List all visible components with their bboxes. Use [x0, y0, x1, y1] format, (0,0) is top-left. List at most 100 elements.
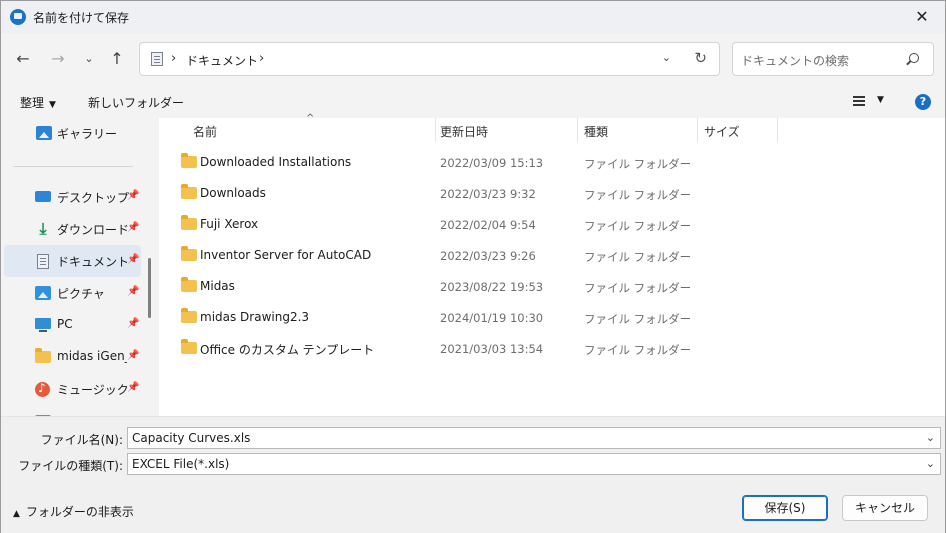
breadcrumb-chevron-icon[interactable]: ›: [259, 51, 264, 66]
item-type: ファイル フォルダー: [584, 219, 692, 233]
item-date: 2022/03/09 15:13: [440, 156, 544, 170]
chevron-down-icon[interactable]: ⌄: [926, 431, 935, 444]
save-form: ファイル名(N): Capacity Curves.xls ⌄ ファイルの種類(…: [1, 416, 945, 533]
cancel-button[interactable]: キャンセル: [842, 495, 928, 521]
breadcrumb-documents[interactable]: ドキュメント: [186, 52, 258, 69]
pictures-icon: [35, 286, 51, 300]
title-bar: 名前を付けて保存 ✕: [1, 1, 945, 33]
item-type: ファイル フォルダー: [584, 312, 692, 326]
item-name: Downloads: [200, 186, 266, 200]
list-item[interactable]: Downloaded Installations 2022/03/09 15:1…: [159, 147, 945, 178]
item-name: Inventor Server for AutoCAD: [200, 248, 372, 262]
folder-icon: [181, 184, 197, 199]
caret-down-icon: ▼: [49, 100, 56, 110]
documents-icon: [151, 52, 163, 66]
hide-folders-label: フォルダーの非表示: [25, 505, 134, 519]
forward-arrow-icon[interactable]: →: [46, 47, 70, 71]
item-date: 2023/08/22 19:53: [440, 280, 544, 294]
pin-icon: 📌: [127, 318, 140, 329]
up-arrow-icon[interactable]: ↑: [105, 47, 129, 71]
filename-label: ファイル名(N):: [40, 433, 123, 447]
list-item[interactable]: Fuji Xerox 2022/02/04 9:54 ファイル フォルダー: [159, 209, 945, 240]
help-icon[interactable]: ?: [915, 94, 931, 110]
item-name: Downloaded Installations: [200, 155, 352, 169]
column-divider[interactable]: [435, 118, 436, 142]
search-input[interactable]: ドキュメントの検索: [741, 52, 849, 69]
column-header-date[interactable]: 更新日時: [440, 123, 576, 147]
desktop-icon: [35, 191, 51, 202]
sidebar-item-pc[interactable]: PC 📌: [4, 309, 141, 341]
close-icon[interactable]: ✕: [899, 1, 945, 33]
sidebar-item-downloads[interactable]: ⤓ ダウンロード 📌: [4, 213, 141, 245]
item-type: ファイル フォルダー: [584, 343, 692, 357]
app-icon: [10, 9, 26, 25]
column-divider[interactable]: [777, 118, 778, 142]
item-name: Fuji Xerox: [200, 217, 259, 231]
folder-icon: [181, 246, 197, 261]
sidebar-divider: [13, 166, 133, 167]
list-item[interactable]: Office のカスタム テンプレート 2021/03/03 13:54 ファイ…: [159, 333, 945, 364]
search-box[interactable]: ドキュメントの検索: [732, 42, 934, 76]
back-arrow-icon[interactable]: ←: [11, 47, 35, 71]
address-bar[interactable]: › ドキュメント › ⌄ ↻: [139, 42, 720, 76]
filetype-select[interactable]: EXCEL File(*.xls) ⌄: [127, 453, 941, 475]
save-button[interactable]: 保存(S): [742, 495, 828, 521]
column-header-name[interactable]: 名前: [193, 123, 433, 147]
filetype-label: ファイルの種類(T):: [18, 459, 123, 473]
sidebar-item-partial[interactable]: [4, 388, 141, 416]
filetype-value[interactable]: EXCEL File(*.xls): [132, 457, 229, 471]
pin-icon: 📌: [127, 350, 140, 361]
folder-icon: [181, 339, 197, 354]
command-bar: 整理 ▼ 新しいフォルダー ▼ ?: [1, 85, 945, 117]
item-name: Office のカスタム テンプレート: [200, 343, 375, 357]
item-name: midas Drawing2.3: [200, 310, 310, 324]
sidebar-item-documents[interactable]: ドキュメント 📌: [4, 245, 141, 277]
chevron-up-icon: ▲: [13, 509, 20, 519]
address-history-chevron-icon[interactable]: ⌄: [662, 51, 671, 64]
list-item[interactable]: Downloads 2022/03/23 9:32 ファイル フォルダー: [159, 178, 945, 209]
list-item[interactable]: Midas 2023/08/22 19:53 ファイル フォルダー: [159, 271, 945, 302]
organize-button[interactable]: 整理 ▼: [20, 94, 56, 111]
item-date: 2021/03/03 13:54: [440, 342, 544, 356]
sidebar-scrollbar[interactable]: [148, 258, 151, 318]
list-item[interactable]: midas Drawing2.3 2024/01/19 10:30 ファイル フ…: [159, 302, 945, 333]
sidebar-item-pictures[interactable]: ピクチャ 📌: [4, 277, 141, 309]
column-header-size[interactable]: サイズ: [704, 123, 776, 147]
refresh-icon[interactable]: ↻: [694, 49, 707, 67]
chevron-down-icon[interactable]: ⌄: [926, 457, 935, 470]
folder-icon: [181, 277, 197, 292]
item-type: ファイル フォルダー: [584, 188, 692, 202]
sidebar-item-label: ギャラリー: [57, 127, 118, 141]
navigation-pane: ギャラリー デスクトップ 📌 ⤓ ダウンロード 📌 ドキュメント 📌 ピクチャ …: [1, 118, 158, 416]
folder-icon: [181, 215, 197, 230]
view-options-icon[interactable]: [853, 96, 865, 106]
item-date: 2022/03/23 9:32: [440, 187, 536, 201]
sidebar-item-desktop[interactable]: デスクトップ 📌: [4, 181, 141, 213]
sidebar-item-midas-igen[interactable]: midas iGen_V 📌: [4, 341, 141, 373]
column-divider[interactable]: [577, 118, 578, 142]
pc-icon: [35, 318, 51, 332]
breadcrumb-chevron-icon[interactable]: ›: [171, 51, 176, 66]
column-divider[interactable]: [697, 118, 698, 142]
download-icon: ⤓: [39, 219, 47, 238]
sidebar-item-gallery[interactable]: ギャラリー: [4, 118, 141, 150]
folder-icon: [181, 153, 197, 168]
window-title: 名前を付けて保存: [33, 11, 130, 25]
search-icon[interactable]: [909, 53, 919, 63]
item-date: 2024/01/19 10:30: [440, 311, 544, 325]
item-name: Midas: [200, 279, 235, 293]
list-item[interactable]: Inventor Server for AutoCAD 2022/03/23 9…: [159, 240, 945, 271]
filename-field[interactable]: Capacity Curves.xls ⌄: [127, 427, 941, 449]
documents-icon: [37, 254, 49, 269]
pin-icon: 📌: [127, 254, 140, 265]
new-folder-button[interactable]: 新しいフォルダー: [88, 94, 184, 111]
recent-locations-chevron-icon[interactable]: ⌄: [77, 47, 101, 71]
hide-folders-toggle[interactable]: ▲ フォルダーの非表示: [13, 503, 134, 520]
navigation-bar: ← → ⌄ ↑ › ドキュメント › ⌄ ↻ ドキュメントの検索: [1, 33, 945, 85]
filename-input[interactable]: Capacity Curves.xls: [132, 431, 250, 445]
organize-label: 整理: [20, 96, 45, 110]
save-as-dialog: 名前を付けて保存 ✕ ← → ⌄ ↑ › ドキュメント › ⌄ ↻ ドキュメント…: [0, 0, 946, 533]
caret-down-icon[interactable]: ▼: [877, 95, 884, 105]
item-type: ファイル フォルダー: [584, 281, 692, 295]
column-header-type[interactable]: 種類: [584, 123, 696, 147]
